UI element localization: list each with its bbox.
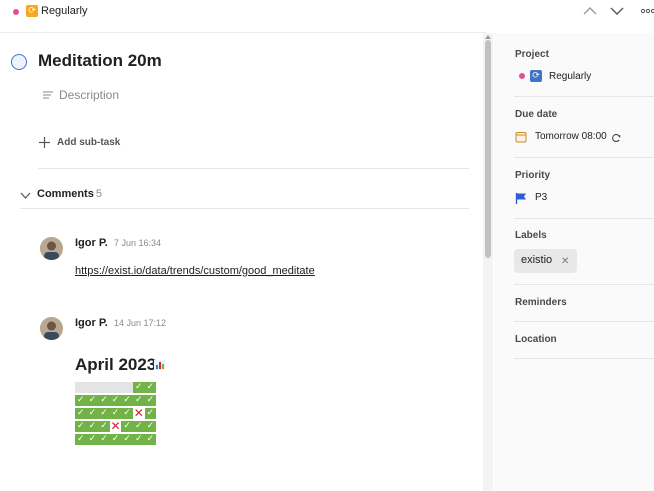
cross-mark-icon: ✕ [109, 419, 122, 433]
next-task-chevron-down-icon[interactable] [609, 4, 625, 18]
check-mark-icon: ✓ [144, 421, 157, 432]
check-mark-icon: ✓ [144, 395, 157, 406]
remove-label-close-icon[interactable]: ✕ [561, 256, 569, 267]
check-mark-icon: ✓ [121, 395, 133, 406]
comment-timestamp: 7 Jun 16:34 [114, 238, 162, 248]
check-mark-icon: ✓ [144, 434, 157, 445]
cross-mark-icon: ✕ [132, 406, 145, 420]
task-header-bar: ⟳ Regularly [0, 0, 654, 28]
avatar [40, 317, 63, 340]
check-mark-icon: ✓ [75, 421, 87, 432]
check-mark-icon: ✓ [121, 408, 133, 419]
check-mark-icon: ✓ [75, 395, 87, 406]
check-mark-icon: ✓ [98, 408, 110, 419]
check-mark-icon: ✓ [144, 408, 157, 419]
location-label[interactable]: Location [515, 334, 557, 345]
complete-task-checkbox[interactable] [11, 54, 27, 70]
priority-label: Priority [515, 170, 551, 181]
check-mark-icon: ✓ [86, 395, 99, 406]
check-mark-icon: ✓ [109, 395, 122, 406]
check-mark-icon: ✓ [75, 434, 87, 445]
more-options-icon[interactable] [640, 4, 654, 18]
calendar-icon [515, 132, 527, 143]
due-date-label: Due date [515, 109, 558, 120]
comment-link[interactable]: https://exist.io/data/trends/custom/good… [75, 265, 315, 277]
reminders-label[interactable]: Reminders [515, 297, 567, 308]
empty-cell [109, 382, 122, 393]
comment-author: Igor P. [75, 317, 108, 329]
check-mark-icon: ✓ [144, 382, 157, 393]
label-chip[interactable]: existio ✕ [514, 249, 577, 273]
habit-grid-row: ✓ ✓ ✓ ✕ ✓ ✓ ✓ [75, 419, 157, 434]
labels-label: Labels [515, 230, 547, 241]
description-icon [43, 91, 53, 99]
divider [514, 157, 654, 158]
project-color-dot [519, 73, 525, 79]
due-date-value[interactable]: Tomorrow 08:00 [535, 131, 607, 142]
flag-icon [515, 193, 526, 204]
habit-grid-row: ✓ ✓ [75, 382, 157, 395]
check-mark-icon: ✓ [132, 421, 145, 432]
priority-value[interactable]: P3 [535, 192, 547, 203]
recurring-icon: ⟳ [530, 70, 542, 82]
check-mark-icon: ✓ [109, 408, 122, 419]
comment-timestamp: 14 Jun 17:12 [114, 318, 167, 328]
plus-icon [39, 137, 50, 148]
check-mark-icon: ✓ [121, 421, 133, 432]
check-mark-icon: ✓ [86, 434, 99, 445]
divider [38, 168, 469, 169]
avatar [40, 237, 63, 260]
habit-grid: ✓ ✓ ✓ ✓ ✓ ✓ ✓ ✓ ✓ ✓ ✓ ✓ ✓ ✓ ✕ ✓ ✓ ✓ ✓ ✕ ✓ ✓ ✓ ✓ ✓ ✓ ✓ ✓ ✓ ✓ [75, 382, 157, 447]
previous-task-chevron-up-icon[interactable] [582, 4, 598, 18]
check-mark-icon: ✓ [86, 421, 99, 432]
divider [514, 321, 654, 322]
divider [514, 96, 654, 97]
comments-label: Comments [37, 188, 94, 200]
scrollbar-thumb[interactable] [485, 40, 491, 258]
description-field[interactable]: Description [59, 88, 119, 102]
check-mark-icon: ✓ [86, 408, 99, 419]
label-chip-text: existio [521, 254, 553, 266]
recurring-icon: ⟳ [26, 5, 38, 17]
empty-cell [75, 382, 87, 393]
task-title[interactable]: Meditation 20m [38, 51, 162, 71]
comments-count: 5 [95, 188, 102, 200]
check-mark-icon: ✓ [132, 382, 145, 393]
divider [514, 218, 654, 219]
divider [514, 284, 654, 285]
empty-cell [86, 382, 99, 393]
task-main-panel: Meditation 20m Description Add sub-task … [0, 33, 486, 491]
divider [20, 208, 469, 209]
scroll-up-arrow-icon[interactable] [485, 35, 491, 39]
bar-chart-icon [154, 360, 165, 370]
habit-grid-row: ✓ ✓ ✓ ✓ ✓ ✓ ✓ [75, 434, 157, 447]
check-mark-icon: ✓ [75, 408, 87, 419]
comment-author: Igor P. [75, 237, 108, 249]
check-mark-icon: ✓ [132, 434, 145, 445]
check-mark-icon: ✓ [121, 434, 133, 445]
empty-cell [98, 382, 110, 393]
recurring-refresh-icon [612, 133, 621, 143]
add-subtask-button[interactable]: Add sub-task [57, 137, 120, 148]
comments-header[interactable]: Comments 5 [37, 188, 102, 200]
collapse-comments-chevron-icon[interactable] [20, 190, 31, 201]
project-label: Project [515, 49, 549, 60]
comment-heading: April 2023 [75, 355, 157, 374]
breadcrumb-project[interactable]: Regularly [41, 5, 87, 17]
project-selector[interactable]: Regularly [549, 71, 591, 82]
task-details-sidebar: Project ⟳ Regularly Due date Tomorrow 08… [494, 33, 654, 491]
check-mark-icon: ✓ [98, 434, 110, 445]
empty-cell [121, 382, 133, 393]
project-color-dot [13, 9, 19, 15]
check-mark-icon: ✓ [98, 395, 110, 406]
check-mark-icon: ✓ [98, 421, 110, 432]
habit-grid-row: ✓ ✓ ✓ ✓ ✓ ✓ ✓ [75, 395, 157, 408]
check-mark-icon: ✓ [109, 434, 122, 445]
check-mark-icon: ✓ [132, 395, 145, 406]
divider [514, 358, 654, 359]
